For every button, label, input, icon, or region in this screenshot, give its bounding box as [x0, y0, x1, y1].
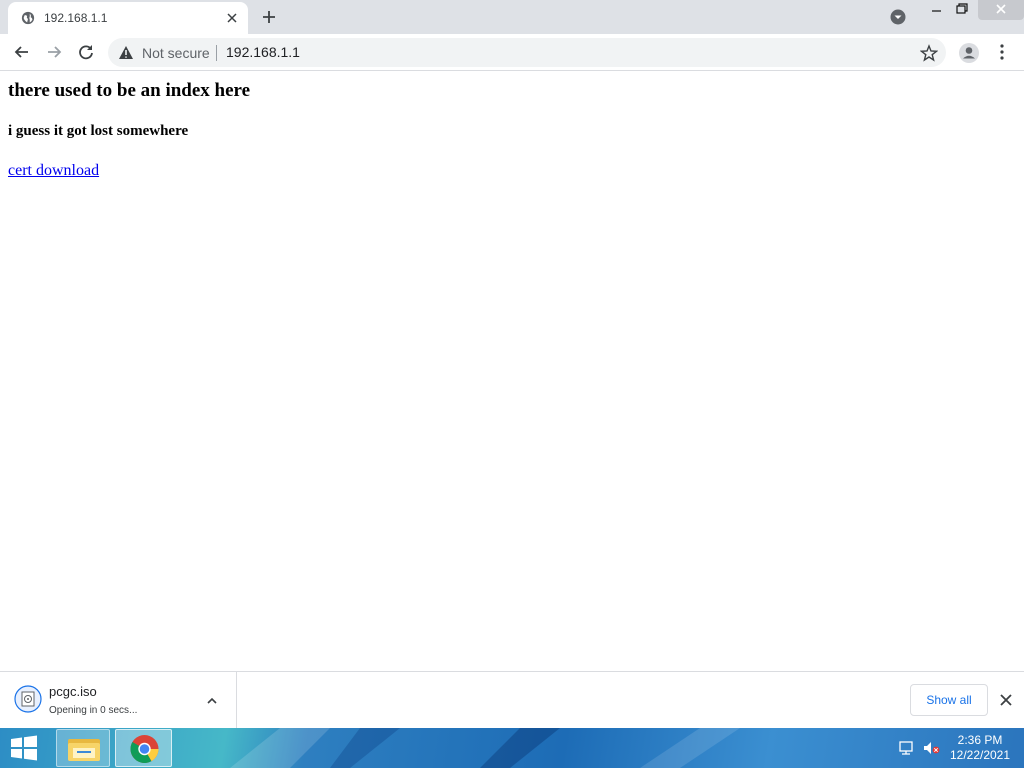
close-window-icon[interactable] — [978, 0, 1024, 20]
address-bar[interactable]: Not secure 192.168.1.1 — [108, 38, 946, 67]
globe-icon — [21, 11, 35, 25]
clock-time: 2:36 PM — [957, 733, 1003, 747]
file-explorer-taskbar-button[interactable] — [56, 729, 110, 767]
tab-active[interactable]: 192.168.1.1 — [8, 2, 248, 34]
omnibox-divider — [216, 45, 217, 61]
restore-window-icon[interactable] — [945, 0, 979, 20]
chevron-up-icon[interactable] — [204, 693, 220, 709]
system-clock[interactable]: 2:36 PM 12/22/2021 — [944, 733, 1016, 763]
download-item[interactable]: pcgc.iso Opening in 0 secs... — [0, 672, 237, 728]
page-heading: there used to be an index here — [8, 80, 251, 101]
volume-muted-icon[interactable] — [922, 740, 940, 756]
taskbar: 2:36 PM 12/22/2021 — [0, 728, 1024, 768]
clock-date: 12/22/2021 — [949, 748, 1011, 762]
download-filename: pcgc.iso — [49, 684, 97, 699]
new-tab-icon[interactable] — [260, 8, 278, 26]
page-content: there used to be an index here i guess i… — [0, 72, 1024, 671]
page-subheading: i guess it got lost somewhere — [8, 123, 189, 139]
tab-title: 192.168.1.1 — [44, 11, 108, 25]
kebab-menu-icon[interactable] — [993, 42, 1011, 62]
show-all-button[interactable]: Show all — [910, 684, 988, 716]
back-arrow-icon[interactable] — [12, 42, 32, 62]
folder-icon — [68, 739, 100, 761]
bookmark-star-icon[interactable] — [920, 44, 938, 62]
security-status-label[interactable]: Not secure — [142, 45, 210, 61]
url-text[interactable]: 192.168.1.1 — [226, 44, 300, 60]
profile-avatar-icon[interactable] — [958, 42, 980, 64]
chrome-icon — [130, 735, 159, 763]
disc-image-file-icon — [14, 685, 42, 713]
windows-start-icon[interactable] — [8, 734, 40, 762]
reload-icon[interactable] — [76, 42, 96, 62]
network-icon[interactable] — [898, 740, 916, 756]
download-status: Opening in 0 secs... — [49, 705, 138, 716]
warning-icon[interactable] — [118, 45, 134, 60]
chrome-taskbar-button[interactable] — [115, 729, 172, 767]
close-tab-icon[interactable] — [224, 10, 240, 26]
tab-strip: 192.168.1.1 — [0, 0, 1024, 34]
tab-search-icon[interactable] — [889, 8, 907, 26]
browser-toolbar: Not secure 192.168.1.1 — [0, 34, 1024, 71]
download-shelf: pcgc.iso Opening in 0 secs... Show all — [0, 671, 1024, 728]
forward-arrow-icon[interactable] — [44, 42, 64, 62]
close-icon[interactable] — [998, 692, 1014, 708]
cert-download-link[interactable]: cert download — [8, 162, 99, 180]
